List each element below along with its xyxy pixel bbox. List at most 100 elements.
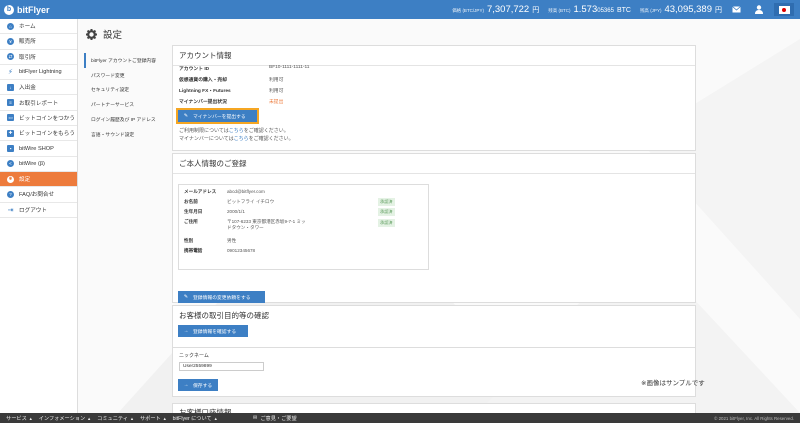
bank-account-title: お客様口座情報 [179,408,232,413]
sidebar-item-lightning[interactable]: ⚡ bitFlyer Lightning [0,65,77,81]
footer: サービス ▲ インフォメーション ▲ コミュニティ ▲ サポート ▲ bitFlyer … [0,413,800,423]
top-bar: b bitFlyer 価格 (BTC/JPY) 7,307,722 円 残高 (… [0,0,800,19]
cart-icon: ▪ [7,145,14,153]
question-icon: ? [7,190,14,198]
trade-purpose-title: お客様の取引目的等の確認 [179,311,269,320]
mynumber-status-row: マイナンバー提出状況 未提出 [179,100,284,105]
trade-purpose-panel: お客様の取引目的等の確認 → 登録情報を確認する [172,305,696,351]
save-nickname-button[interactable]: → 保存する [178,379,218,391]
home-icon: ⌂ [7,22,14,30]
sidebar-item-home[interactable]: ⌂ ホーム [0,19,77,35]
share-icon: < [7,160,14,168]
mynumber-note: マイナンバーについてはこちらをご確認ください。 [179,136,294,142]
lightning-fx-row: Lightning FX・Futures 利用可 [179,89,284,94]
account-id-row: アカウント ID BF10-1111-1111-11 [179,65,310,72]
footer-copyright: © 2021 bitFlyer, Inc. All Rights Reserve… [714,415,794,421]
exchange-icon: ⇄ [7,53,14,61]
crypto-trade-row: 仮想通貨の購入・売却 利用可 [179,78,284,83]
bitflyer-logo-icon: b [4,4,14,15]
jpy-balance: 残高 (JPY) 43,095,389 円 [639,4,722,15]
sidebar-item-settings[interactable]: ✱ 設定 [0,171,77,188]
footer-services[interactable]: サービス ▲ [6,415,33,422]
edit-icon: ✎ [183,113,189,119]
subnav-language[interactable]: 言語・サウンド設定 [84,127,166,142]
birthdate-approved-badge: 承認済 [378,208,395,216]
sidebar-item-bitwire-shop[interactable]: ▪ bitWire SHOP [0,141,77,157]
report-icon: ≡ [7,99,14,107]
usage-limit-link[interactable]: こちら [229,128,244,134]
balance-rates: 価格 (BTC/JPY) 7,307,722 円 残高 (BTC) 1.5730… [452,0,722,19]
footer-feedback-link[interactable]: ✉ ご意見・ご要望 [253,413,297,423]
deposit-icon: ↓ [7,83,14,91]
sidebar: ⌂ ホーム ¥ 販売所 ⇄ 取引所 ⚡ bitFlyer Lightning ↓ 入出金 … [0,19,78,413]
sidebar-item-deposit[interactable]: ↓ 入出金 [0,80,77,96]
email-row: メールアドレス abcd@bitflyer.com [184,189,265,194]
edit-icon: ✎ [183,294,189,300]
mynumber-link[interactable]: こちら [234,136,249,142]
footer-support[interactable]: サポート ▲ [140,415,167,422]
lightning-icon: ⚡ [8,69,13,77]
submit-mynumber-button[interactable]: ✎ マイナンバーを提出する [178,110,257,122]
address-approved-badge: 承認済 [378,219,395,227]
name-row: お名前 ビットフライ イチロウ [184,199,275,204]
footer-information[interactable]: インフォメーション ▲ [39,415,91,422]
card-icon: ▭ [7,114,14,122]
user-icon[interactable] [754,5,764,14]
request-change-button[interactable]: ✎ 登録情報の変更依頼をする [178,291,265,303]
arrow-right-icon: → [183,382,189,388]
subnav-security[interactable]: セキュリティ設定 [84,83,166,98]
sidebar-item-use-bitcoin[interactable]: ▭ ビットコインをつかう [0,111,77,127]
nickname-input[interactable] [179,362,264,371]
caret-up-icon: ▲ [213,415,218,421]
settings-gear-icon [86,28,97,40]
sidebar-item-shop[interactable]: ¥ 販売所 [0,34,77,50]
phone-row: 携帯電話 09012345678 [184,248,256,253]
footer-community[interactable]: コミュニティ ▲ [97,415,134,422]
brand-name: bitFlyer [17,4,50,15]
mail-icon: ✉ [253,415,258,421]
name-approved-badge: 承認済 [378,198,395,206]
brand-logo[interactable]: b bitFlyer [0,4,100,15]
account-info-title: アカウント情報 [173,46,695,66]
caret-up-icon: ▲ [28,415,33,421]
account-info-panel: アカウント情報 アカウント ID BF10-1111-1111-11 仮想通貨の購… [172,45,696,151]
btc-price: 価格 (BTC/JPY) 7,307,722 円 [452,4,540,15]
page-title: 設定 [86,27,122,41]
confirm-info-button[interactable]: → 登録情報を確認する [178,325,248,337]
sidebar-item-faq[interactable]: ? FAQ/お問合せ [0,187,77,203]
personal-info-table: メールアドレス abcd@bitflyer.com お名前 ビットフライ イチロウ … [178,184,429,270]
sidebar-item-logout[interactable]: ⇥ ログアウト [0,203,77,218]
bank-account-panel: お客様口座情報 [172,403,696,413]
sidebar-item-report[interactable]: ≡ お取引レポート [0,95,77,111]
gender-row: 性別 男性 [184,238,237,243]
sample-image-note: ※画像はサンプルです [641,380,705,387]
subnav-account-details[interactable]: bitFlyer アカウントご登録内容 [84,53,166,68]
btc-balance: 残高 (BTC) 1.57305365 BTC [548,4,631,15]
footer-about[interactable]: bitFlyer について ▲ [173,415,218,422]
sidebar-item-exchange[interactable]: ⇄ 取引所 [0,50,77,65]
logout-icon: ⇥ [7,206,14,214]
subnav-login-history[interactable]: ログイン履歴及び IP アドレス [84,112,166,127]
address-row: ご住所 〒107-6233 東京都港区赤坂9-7-1 ミッドタウン・タワー [184,219,306,230]
arrow-right-icon: → [183,328,189,334]
nickname-panel: ニックネーム →保存する [172,347,696,397]
shop-icon: ¥ [7,37,14,45]
personal-info-title: ご本人情報のご登録 [173,154,695,174]
gear-icon: ✱ [7,175,14,183]
personal-info-panel: ご本人情報のご登録 メールアドレス abcd@bitflyer.com お名前 ビッ… [172,153,696,303]
caret-up-icon: ▲ [87,415,92,421]
sidebar-item-get-bitcoin[interactable]: ✚ ビットコインをもらう [0,126,77,142]
sidebar-item-bitwire[interactable]: < bitWire (β) [0,157,77,172]
gift-icon: ✚ [7,129,14,137]
nickname-label: ニックネーム [179,353,209,359]
caret-up-icon: ▲ [162,415,167,421]
subnav-password[interactable]: パスワード変更 [84,68,166,83]
caret-up-icon: ▲ [129,415,134,421]
birthdate-row: 生年月日 2000/1/1 [184,209,245,214]
usage-limit-note: ご利用制限についてはこちらをご確認ください。 [179,128,289,134]
mail-icon[interactable] [731,5,741,14]
flag-icon[interactable] [774,3,794,16]
subnav-partner[interactable]: パートナーサービス [84,97,166,112]
settings-subnav: bitFlyer アカウントご登録内容 パスワード変更 セキュリティ設定 パート… [84,53,166,142]
main-content: 設定 bitFlyer アカウントご登録内容 パスワード変更 セキュリティ設定 … [78,19,800,413]
